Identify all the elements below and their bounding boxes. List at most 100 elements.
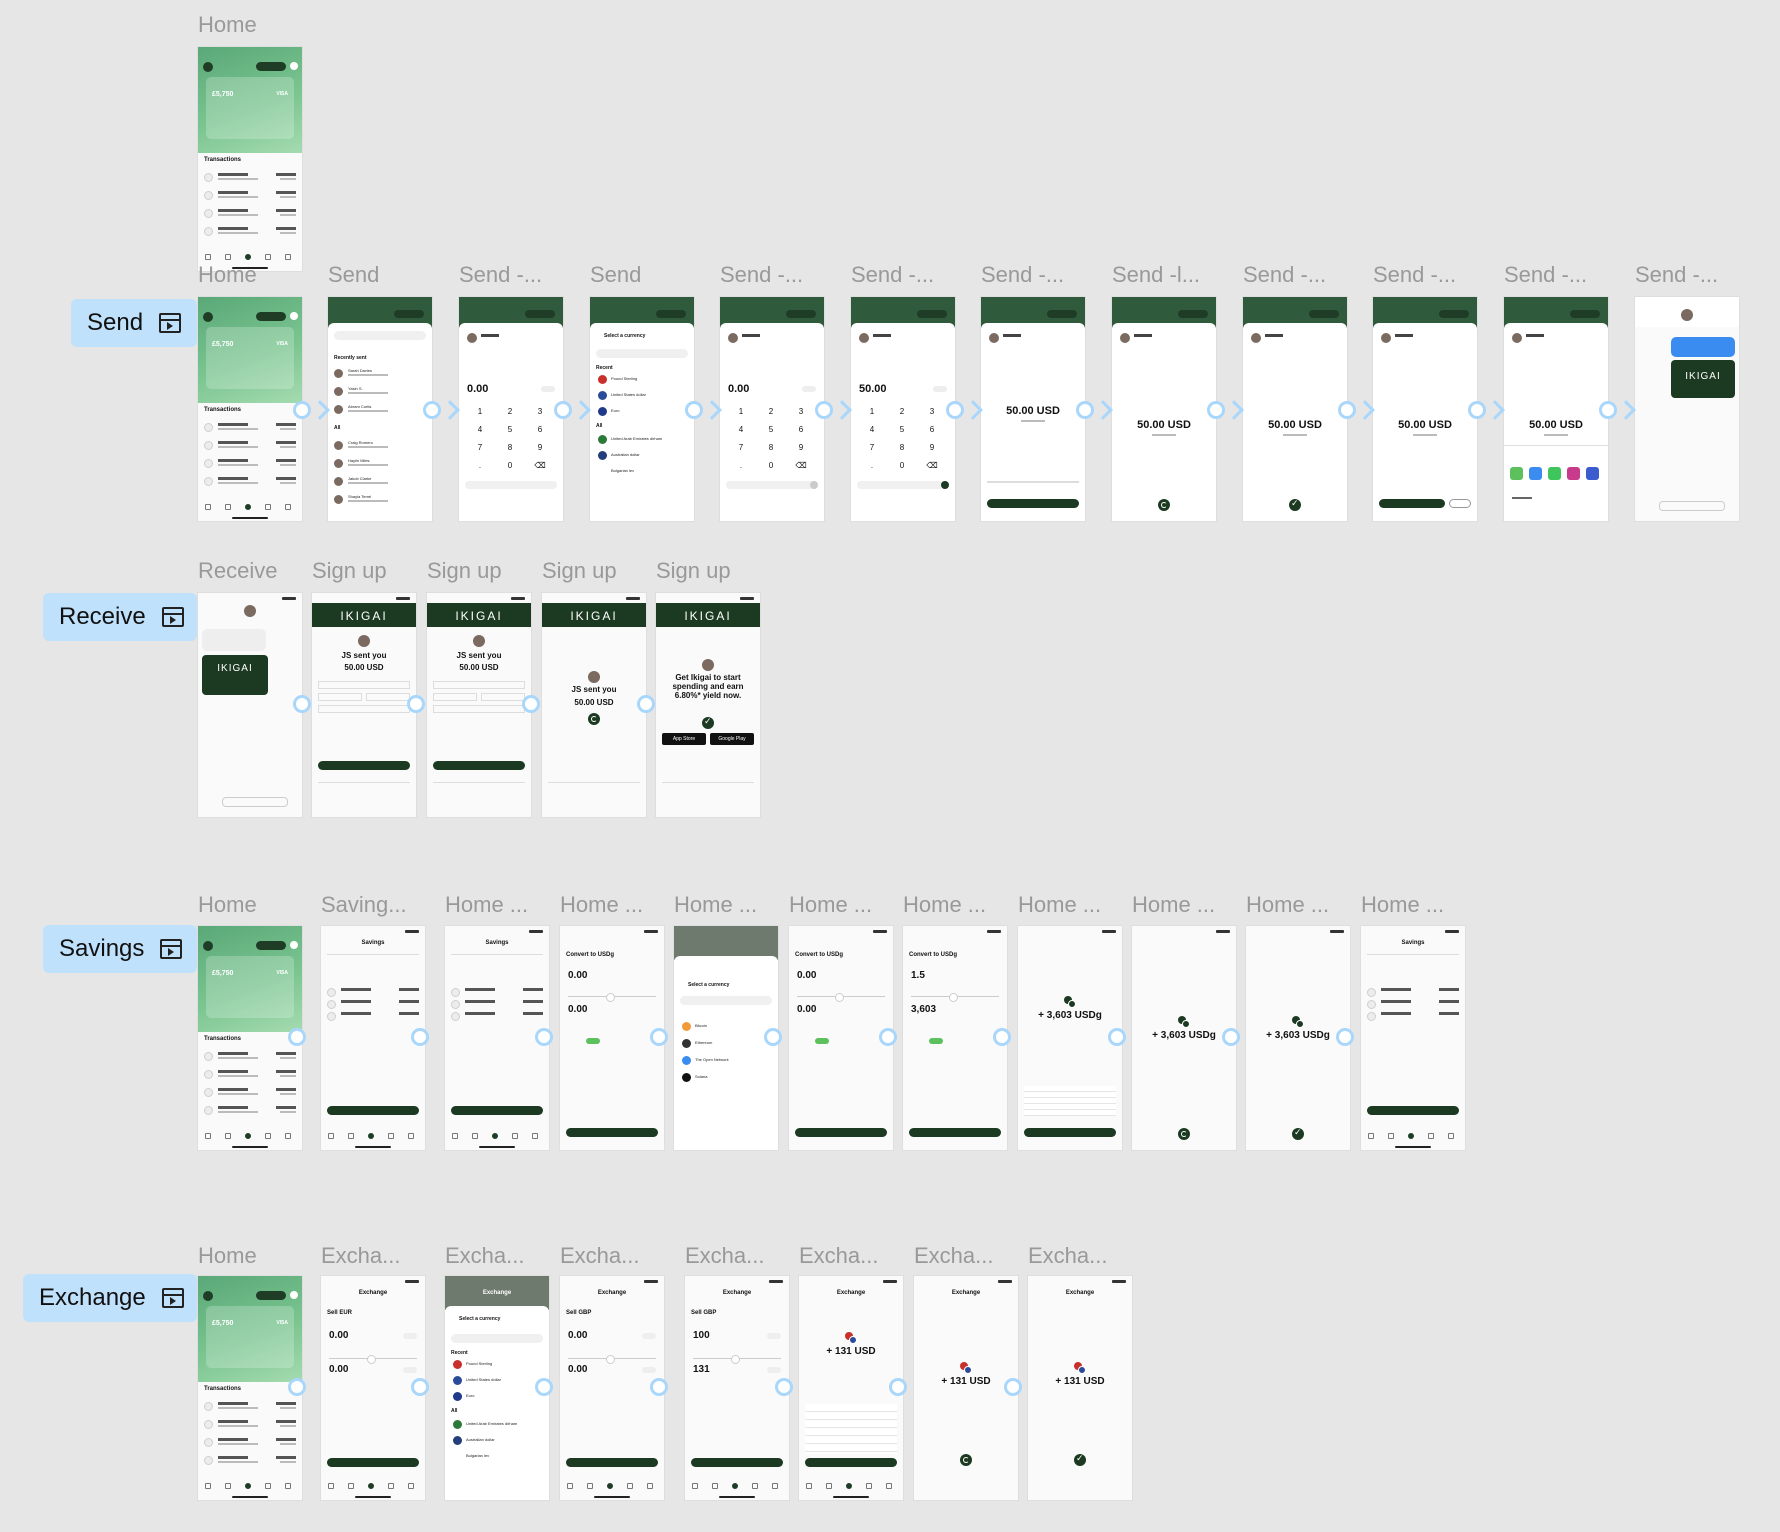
key-6[interactable]: 7 <box>728 443 754 452</box>
transaction-row[interactable] <box>204 207 296 221</box>
send-screen-0[interactable]: £5,750 VISA Transactions <box>198 297 302 521</box>
review-conversion-button[interactable] <box>566 1128 658 1137</box>
tab-icon[interactable] <box>1368 1133 1374 1139</box>
receive-screen-1[interactable]: IKIGAI JS sent you 50.00 USD <box>312 593 416 817</box>
contact-row[interactable]: Jakob Clarke <box>334 475 426 489</box>
review-order-button[interactable] <box>566 1458 658 1467</box>
tab-icon[interactable] <box>408 1133 414 1139</box>
tab-icon[interactable] <box>826 1483 832 1489</box>
send-screen-8[interactable]: 50.00 USD <box>1243 297 1347 521</box>
savings-screen-0[interactable]: £5,750 VISA Transactions <box>198 926 302 1150</box>
review-conversion-button[interactable] <box>909 1128 1001 1137</box>
savings-screen-9[interactable]: + 3,603 USDg <box>1246 926 1350 1150</box>
tab-icon[interactable] <box>512 1133 518 1139</box>
transaction-row[interactable] <box>204 189 296 203</box>
key-5[interactable]: 6 <box>527 425 553 434</box>
review-order-button[interactable] <box>691 1458 783 1467</box>
tab-icon[interactable] <box>846 1483 852 1489</box>
send-screen-3[interactable]: Select a currency Recent Pound Sterling Uni… <box>590 297 694 521</box>
bell-icon[interactable] <box>290 62 298 70</box>
receive-screen-0[interactable]: IKIGAI <box>198 593 302 817</box>
currency-name[interactable]: Euro <box>466 1393 474 1398</box>
tab-icon[interactable] <box>607 1483 613 1489</box>
add-money-button[interactable] <box>256 941 286 950</box>
crypto-name[interactable]: The Open Network <box>695 1057 729 1062</box>
currency-row[interactable] <box>327 1010 419 1024</box>
transaction-row[interactable] <box>204 1068 296 1082</box>
tab-icon[interactable] <box>225 1483 231 1489</box>
tab-icon[interactable] <box>205 1133 211 1139</box>
crypto-name[interactable]: Bitcoin <box>695 1023 707 1028</box>
send-screen-6[interactable]: 50.00 USD <box>981 297 1085 521</box>
exchange-screen-0[interactable]: £5,750 VISA Transactions <box>198 1276 302 1500</box>
tab-icon[interactable] <box>368 1133 374 1139</box>
savings-screen-10[interactable]: Savings <box>1361 926 1465 1150</box>
key-8[interactable]: 9 <box>788 443 814 452</box>
add-money-button[interactable] <box>256 312 286 321</box>
savings-screen-4[interactable]: Select a currency Bitcoin Ethereum The Open… <box>674 926 778 1150</box>
tab-icon[interactable] <box>285 254 291 260</box>
sign-up-and-receive-button[interactable] <box>433 761 525 770</box>
send-screen-2[interactable]: 0.00 1 2 3 4 5 6 7 8 9. 0 ⌫ <box>459 297 563 521</box>
flow-label-exchange[interactable]: Exchange <box>23 1274 197 1322</box>
tab-icon[interactable] <box>245 254 251 260</box>
receive-screen-2[interactable]: IKIGAI JS sent you 50.00 USD <box>427 593 531 817</box>
tab-icon[interactable] <box>205 254 211 260</box>
savings-screen-8[interactable]: + 3,603 USDg <box>1132 926 1236 1150</box>
tab-icon[interactable] <box>368 1483 374 1489</box>
tab-icon[interactable] <box>225 254 231 260</box>
currency-row[interactable] <box>1367 1010 1459 1024</box>
tab-icon[interactable] <box>712 1483 718 1489</box>
send-screen-11[interactable]: IKIGAI <box>1635 297 1739 521</box>
exchange-screen-2[interactable]: Exchange Select a currency Recent Pound Ste… <box>445 1276 549 1500</box>
key-8[interactable]: 9 <box>527 443 553 452</box>
tab-icon[interactable] <box>1428 1133 1434 1139</box>
savings-screen-5[interactable]: Convert to USDg 0.00 0.00 <box>789 926 893 1150</box>
currency-tag[interactable] <box>403 1367 417 1373</box>
tab-icon[interactable] <box>388 1483 394 1489</box>
deposit-button[interactable] <box>451 1106 543 1115</box>
tab-icon[interactable] <box>205 504 211 510</box>
transaction-row[interactable] <box>204 1436 296 1450</box>
crypto-name[interactable]: Solana <box>695 1074 707 1079</box>
review-order-button[interactable] <box>327 1458 419 1467</box>
currency-name[interactable]: Bulgarian lev <box>611 468 634 473</box>
key-10[interactable]: 0 <box>889 461 915 470</box>
review-conversion-button[interactable] <box>1024 1128 1116 1137</box>
key-7[interactable]: 8 <box>497 443 523 452</box>
tab-icon[interactable] <box>245 1483 251 1489</box>
currency-name[interactable]: United States dollar <box>611 392 646 397</box>
transaction-row[interactable] <box>204 1050 296 1064</box>
keypad[interactable]: 1 2 3 4 5 6 7 8 9. 0 ⌫ <box>467 407 555 479</box>
send-screen-7[interactable]: 50.00 USD <box>1112 297 1216 521</box>
deposit-button[interactable] <box>1367 1106 1459 1115</box>
tab-icon[interactable] <box>627 1483 633 1489</box>
tab-icon[interactable] <box>245 504 251 510</box>
savings-screen-6[interactable]: Convert to USDg 1.5 3,603 <box>903 926 1007 1150</box>
deposit-button[interactable] <box>327 1106 419 1115</box>
contact-row[interactable]: Yasin S. <box>334 385 426 399</box>
google-play-badge[interactable]: Google Play <box>710 733 754 745</box>
savings-tabs[interactable] <box>451 954 543 960</box>
key-3[interactable]: 4 <box>467 425 493 434</box>
sign-up-and-receive-button[interactable] <box>318 761 410 770</box>
tab-icon[interactable] <box>452 1133 458 1139</box>
key-11[interactable]: ⌫ <box>527 461 553 470</box>
currency-name[interactable]: United Arab Emirates dirham <box>611 436 662 441</box>
contact-row[interactable]: Craig Romero <box>334 439 426 453</box>
keypad[interactable]: 1 2 3 4 5 6 7 8 9. 0 ⌫ <box>728 407 816 479</box>
tab-icon[interactable] <box>752 1483 758 1489</box>
tab-icon[interactable] <box>285 1133 291 1139</box>
note-input[interactable] <box>465 481 557 489</box>
key-11[interactable]: ⌫ <box>919 461 945 470</box>
currency-name[interactable]: Bulgarian lev <box>466 1453 489 1458</box>
tab-icon[interactable] <box>647 1483 653 1489</box>
play-flow-icon[interactable] <box>161 1288 184 1308</box>
tab-icon[interactable] <box>732 1483 738 1489</box>
receive-screen-4[interactable]: IKIGAI Get Ikigai to start spending and e… <box>656 593 760 817</box>
search-input[interactable] <box>596 349 688 358</box>
key-11[interactable]: ⌫ <box>788 461 814 470</box>
tab-icon[interactable] <box>225 1133 231 1139</box>
currency-name[interactable]: United States dollar <box>466 1377 501 1382</box>
tab-icon[interactable] <box>265 504 271 510</box>
